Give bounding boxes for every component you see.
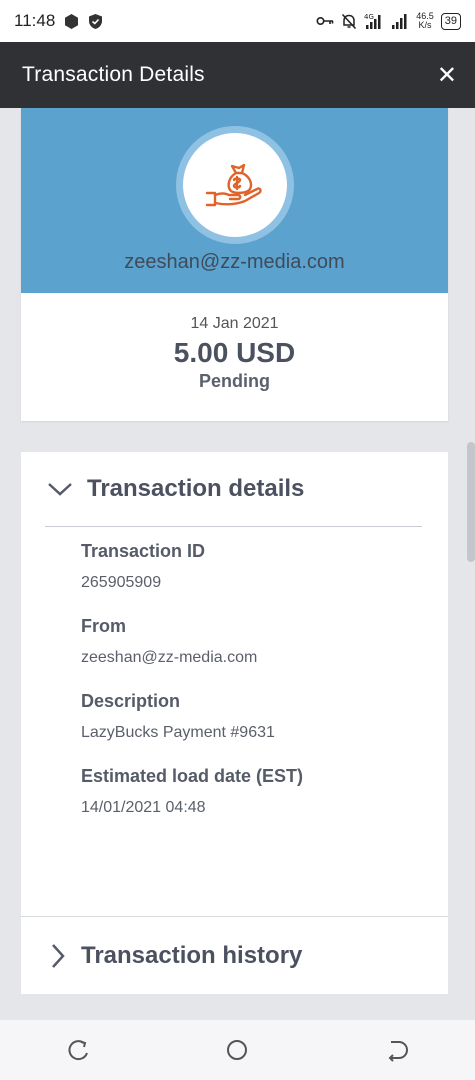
summary-header: zeeshan@zz-media.com: [21, 108, 448, 293]
field-value: LazyBucks Payment #9631: [81, 724, 275, 741]
transaction-status: Pending: [199, 371, 270, 391]
field-transaction-id: Transaction ID 265905909: [81, 541, 448, 592]
home-icon: [227, 1040, 248, 1060]
status-left: 11:48: [14, 11, 103, 31]
network-speed: 46.5 K/s: [416, 12, 434, 30]
recent-apps-button[interactable]: [49, 1038, 109, 1062]
battery-indicator: 39: [440, 12, 461, 30]
system-navigation-bar: [0, 1020, 475, 1080]
summary-email: zeeshan@zz-media.com: [124, 251, 345, 273]
network-speed-unit: K/s: [418, 20, 432, 30]
summary-body: 14 Jan 2021 5.00 USD Pending: [21, 315, 448, 392]
details-card: Transaction details Transaction ID 26590…: [21, 452, 448, 994]
key-icon: [316, 15, 334, 27]
app-notification-icon: [63, 13, 80, 30]
shield-icon: [88, 13, 103, 30]
close-button[interactable]: ✕: [437, 61, 457, 90]
recent-apps-icon: [68, 1040, 89, 1061]
title-bar: Transaction Details ✕: [0, 42, 475, 108]
field-value: 14/01/2021 04:48: [81, 799, 206, 816]
transaction-history-title: Transaction history: [81, 941, 303, 969]
money-bag-hand-icon: [205, 163, 262, 207]
signal-4g-icon: 4G: [364, 12, 384, 30]
chevron-right-icon: [47, 943, 67, 969]
back-icon: [388, 1041, 408, 1062]
icon-circle-inner: [183, 133, 287, 237]
scrollbar-thumb[interactable]: [467, 442, 475, 562]
field-estimated-load-date: Estimated load date (EST) 14/01/2021 04:…: [81, 766, 448, 817]
field-label: From: [81, 616, 126, 636]
field-label: Description: [81, 691, 181, 711]
signal-icon: [391, 13, 409, 29]
icon-circle: [176, 126, 294, 244]
page-title: Transaction Details: [22, 63, 205, 86]
status-time: 11:48: [14, 11, 56, 30]
transaction-amount: 5.00 USD: [173, 337, 296, 368]
field-label: Transaction ID: [81, 541, 206, 561]
chevron-down-icon: [47, 481, 73, 497]
status-right: 4G 46.5 K/s 39: [316, 12, 461, 30]
transaction-details-title: Transaction details: [87, 475, 305, 502]
details-fields: Transaction ID 265905909 From zeeshan@zz…: [21, 527, 448, 817]
transaction-date: 14 Jan 2021: [190, 315, 279, 332]
transaction-details-toggle[interactable]: Transaction details: [21, 452, 448, 526]
field-label: Estimated load date (EST): [81, 766, 304, 786]
transaction-summary-card: zeeshan@zz-media.com 14 Jan 2021 5.00 US…: [21, 108, 448, 421]
back-button[interactable]: [366, 1038, 426, 1062]
transaction-history-toggle[interactable]: Transaction history: [21, 917, 448, 994]
status-bar: 11:48 4G 46.5 K/s 39: [0, 0, 475, 42]
field-from: From zeeshan@zz-media.com: [81, 616, 448, 667]
field-value: zeeshan@zz-media.com: [81, 649, 258, 666]
home-button[interactable]: [207, 1038, 267, 1062]
field-value: 265905909: [81, 574, 162, 591]
field-description: Description LazyBucks Payment #9631: [81, 691, 448, 742]
mute-bell-icon: [341, 13, 357, 30]
svg-text:4G: 4G: [364, 13, 374, 21]
content-area[interactable]: zeeshan@zz-media.com 14 Jan 2021 5.00 US…: [0, 108, 475, 1020]
